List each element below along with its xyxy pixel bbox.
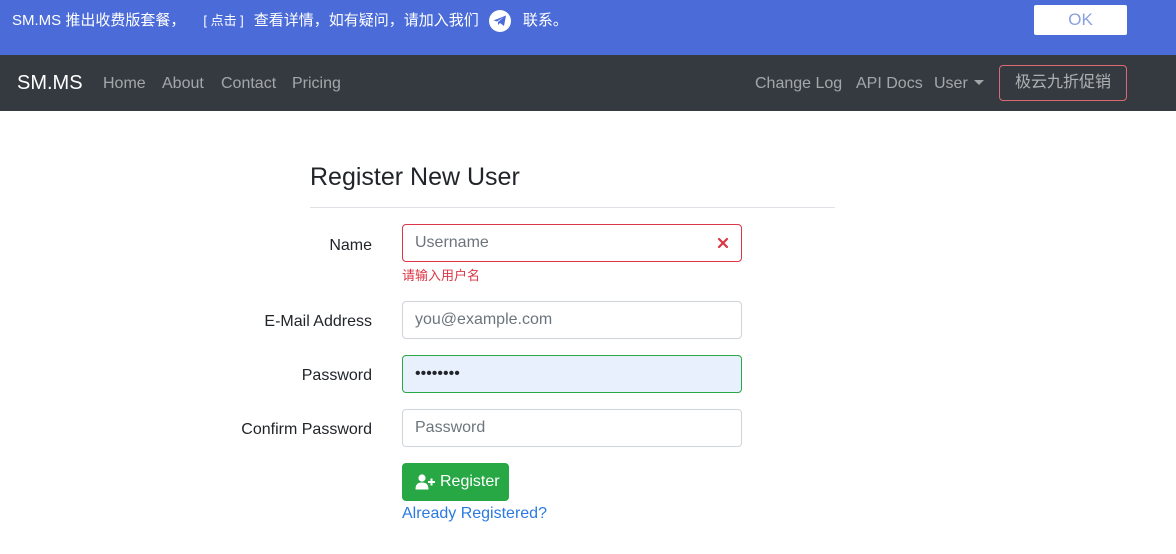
nav-link-about[interactable]: About: [162, 74, 204, 94]
nav-link-contact[interactable]: Contact: [221, 74, 276, 94]
password-masked-value: ••••••••: [415, 365, 460, 382]
username-error: 请输入用户名: [402, 268, 481, 283]
user-dropdown[interactable]: User: [934, 74, 984, 94]
email-label: E-Mail Address: [264, 313, 372, 330]
email-placeholder: you@example.com: [415, 311, 553, 328]
announcement-banner: SM.MS 推出收费版套餐， [ 点击 ] 查看详情，如有疑问，请加入我们 联系…: [0, 0, 1176, 55]
register-button[interactable]: Register: [402, 463, 509, 501]
password-label: Password: [301, 367, 372, 384]
promo-button[interactable]: 极云九折促销: [999, 65, 1127, 101]
banner-message: SM.MS 推出收费版套餐， [ 点击 ] 查看详情，如有疑问，请加入我们 联系…: [12, 10, 568, 32]
already-registered-link[interactable]: Already Registered?: [402, 504, 547, 524]
user-dropdown-label: User: [934, 75, 968, 92]
brand-logo[interactable]: SM.MS: [17, 72, 83, 94]
username-input[interactable]: Username: [402, 224, 742, 262]
password-input[interactable]: ••••••••: [402, 355, 742, 393]
invalid-x-icon: [717, 237, 729, 249]
banner-text-after: 查看详情，如有疑问，请加入我们: [253, 12, 479, 29]
banner-details-link[interactable]: [ 点击 ]: [203, 11, 243, 31]
telegram-icon[interactable]: [488, 10, 511, 32]
confirm-password-placeholder: Password: [415, 419, 486, 436]
user-plus-icon: [415, 474, 435, 490]
nav-link-api-docs[interactable]: API Docs: [856, 74, 923, 94]
confirm-password-input[interactable]: Password: [402, 409, 742, 447]
register-label: Register: [440, 473, 500, 490]
chevron-down-icon: [973, 80, 984, 85]
banner-text-before: SM.MS 推出收费版套餐，: [12, 12, 186, 29]
navbar: SM.MS Home About Contact Pricing Change …: [0, 55, 1176, 111]
email-input[interactable]: you@example.com: [402, 301, 742, 339]
name-label: Name: [329, 237, 372, 254]
nav-link-home[interactable]: Home: [103, 74, 146, 94]
nav-link-change-log[interactable]: Change Log: [755, 74, 842, 94]
confirm-password-label: Confirm Password: [241, 421, 372, 438]
title-divider: [310, 207, 835, 208]
page-title: Register New User: [310, 163, 520, 191]
nav-link-pricing[interactable]: Pricing: [292, 74, 341, 94]
banner-text-end: 联系。: [522, 12, 568, 29]
ok-button[interactable]: OK: [1034, 5, 1127, 35]
username-placeholder: Username: [415, 234, 489, 251]
